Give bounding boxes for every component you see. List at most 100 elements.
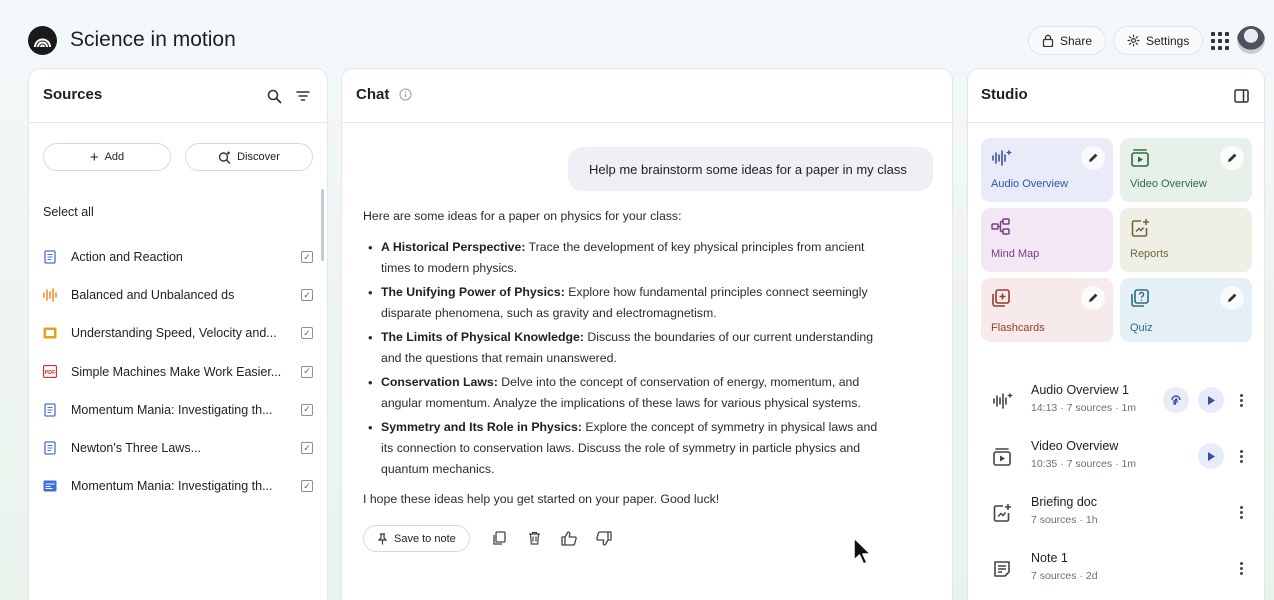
audio-icon bbox=[43, 288, 57, 302]
studio-tile-reports[interactable]: Reports bbox=[1120, 208, 1252, 272]
top-bar: Science in motion Share Settings bbox=[0, 0, 1274, 68]
studio-artifact[interactable]: Note 1 7 sources · 2d bbox=[968, 545, 1264, 597]
info-icon[interactable] bbox=[399, 88, 412, 101]
settings-button[interactable]: Settings bbox=[1113, 26, 1204, 55]
notebook-title[interactable]: Science in motion bbox=[70, 28, 236, 52]
edit-pencil-icon[interactable] bbox=[1220, 146, 1244, 170]
artifact-meta: 7 sources · 2d bbox=[1031, 570, 1098, 582]
discover-button[interactable]: Discover bbox=[185, 143, 313, 171]
collapse-panel-icon[interactable] bbox=[1234, 89, 1249, 103]
svg-text:PDF: PDF bbox=[45, 370, 57, 376]
response-outro: I hope these ideas help you get started … bbox=[363, 492, 720, 506]
edit-pencil-icon[interactable] bbox=[1081, 146, 1105, 170]
studio-tile-label: Audio Overview bbox=[991, 178, 1069, 190]
source-item-label: Newton's Three Laws... bbox=[71, 441, 201, 455]
edit-pencil-icon[interactable] bbox=[1220, 286, 1244, 310]
response-bullet: The Unifying Power of Physics: Explore h… bbox=[363, 282, 883, 324]
artifact-title: Note 1 bbox=[1031, 551, 1068, 565]
save-to-note-label: Save to note bbox=[394, 532, 456, 545]
document-icon bbox=[43, 403, 57, 417]
pin-icon bbox=[377, 532, 388, 544]
quiz-icon bbox=[1130, 288, 1150, 308]
artifact-meta: 10:35 · 7 sources · 1m bbox=[1031, 458, 1137, 470]
more-options-icon[interactable] bbox=[1238, 557, 1244, 579]
search-icon[interactable] bbox=[267, 89, 282, 104]
studio-tile-label: Reports bbox=[1130, 248, 1169, 260]
studio-artifact[interactable]: Audio Overview 1 14:13 · 7 sources · 1m bbox=[968, 377, 1264, 429]
response-bullet: The Limits of Physical Knowledge: Discus… bbox=[363, 327, 883, 369]
source-checkbox[interactable]: ✓ bbox=[301, 327, 313, 340]
sources-divider bbox=[29, 122, 327, 123]
filter-icon[interactable] bbox=[296, 90, 310, 102]
response-bullet: A Historical Perspective: Trace the deve… bbox=[363, 237, 883, 279]
play-icon[interactable] bbox=[1198, 387, 1224, 413]
studio-artifact[interactable]: Video Overview 10:35 · 7 sources · 1m bbox=[968, 433, 1264, 485]
studio-tile-flashcards[interactable]: Flashcards bbox=[981, 278, 1113, 342]
bullet-heading: The Limits of Physical Knowledge: bbox=[381, 330, 584, 344]
source-item[interactable]: Momentum Mania: Investigating th... ✓ bbox=[43, 475, 313, 497]
notebook-logo-icon[interactable] bbox=[28, 26, 57, 55]
audio-overview-icon bbox=[992, 391, 1014, 413]
share-button[interactable]: Share bbox=[1028, 26, 1107, 55]
document-icon bbox=[43, 250, 57, 264]
source-checkbox[interactable]: ✓ bbox=[301, 480, 313, 493]
save-to-note-button[interactable]: Save to note bbox=[363, 525, 470, 552]
source-checkbox[interactable]: ✓ bbox=[301, 403, 313, 416]
delete-icon[interactable] bbox=[525, 529, 543, 547]
video-overview-icon bbox=[1130, 148, 1150, 168]
share-label: Share bbox=[1060, 33, 1093, 48]
source-checkbox[interactable]: ✓ bbox=[301, 365, 313, 378]
source-item[interactable]: Balanced and Unbalanced ds ✓ bbox=[43, 284, 313, 306]
studio-tile-audio-overview[interactable]: Audio Overview bbox=[981, 138, 1113, 202]
studio-title: Studio bbox=[981, 86, 1028, 103]
reports-icon bbox=[992, 503, 1014, 525]
add-source-button[interactable]: + Add bbox=[43, 143, 171, 171]
studio-tile-video-overview[interactable]: Video Overview bbox=[1120, 138, 1252, 202]
sources-scrollbar[interactable] bbox=[321, 189, 324, 261]
play-icon[interactable] bbox=[1198, 443, 1224, 469]
edit-pencil-icon[interactable] bbox=[1081, 286, 1105, 310]
studio-tile-quiz[interactable]: Quiz bbox=[1120, 278, 1252, 342]
sources-panel: Sources + Add Discover Select all Action… bbox=[28, 68, 328, 600]
avatar[interactable] bbox=[1237, 26, 1265, 54]
source-item[interactable]: Understanding Speed, Velocity and... ✓ bbox=[43, 322, 313, 344]
more-options-icon[interactable] bbox=[1238, 389, 1244, 411]
slides-icon bbox=[43, 326, 57, 340]
video-overview-icon bbox=[992, 447, 1014, 469]
more-options-icon[interactable] bbox=[1238, 501, 1244, 523]
source-item[interactable]: Momentum Mania: Investigating th... ✓ bbox=[43, 399, 313, 421]
thumbs-up-icon[interactable] bbox=[560, 529, 578, 547]
studio-tile-label: Quiz bbox=[1130, 322, 1153, 334]
mouse-cursor-icon bbox=[853, 537, 872, 565]
source-item-label: Simple Machines Make Work Easier... bbox=[71, 364, 282, 379]
bullet-heading: A Historical Perspective: bbox=[381, 240, 526, 254]
source-item[interactable]: Newton's Three Laws... ✓ bbox=[43, 437, 313, 459]
artifact-title: Video Overview bbox=[1031, 439, 1119, 453]
chat-divider bbox=[342, 122, 952, 123]
source-item[interactable]: PDF Simple Machines Make Work Easier... ✓ bbox=[43, 361, 313, 383]
sources-title: Sources bbox=[43, 86, 103, 103]
studio-panel: Studio Audio Overview Video Overview Mind … bbox=[967, 68, 1265, 600]
source-item-label: Understanding Speed, Velocity and... bbox=[71, 326, 277, 341]
web-icon bbox=[43, 479, 57, 493]
interactive-mode-icon[interactable] bbox=[1163, 387, 1189, 413]
note-icon bbox=[992, 559, 1014, 581]
source-checkbox[interactable]: ✓ bbox=[301, 289, 313, 302]
studio-tile-mind-map[interactable]: Mind Map bbox=[981, 208, 1113, 272]
artifact-meta: 7 sources · 1h bbox=[1031, 514, 1098, 526]
more-options-icon[interactable] bbox=[1238, 445, 1244, 467]
studio-tile-label: Video Overview bbox=[1130, 178, 1207, 190]
source-checkbox[interactable]: ✓ bbox=[301, 251, 313, 263]
chat-panel: Chat Help me brainstorm some ideas for a… bbox=[341, 68, 953, 600]
studio-artifact[interactable]: Briefing doc 7 sources · 1h bbox=[968, 489, 1264, 541]
gear-icon bbox=[1127, 34, 1140, 47]
source-checkbox[interactable]: ✓ bbox=[301, 442, 313, 454]
artifact-meta: 14:13 · 7 sources · 1m bbox=[1031, 402, 1137, 414]
response-bullet-list: A Historical Perspective: Trace the deve… bbox=[363, 237, 883, 483]
select-all-label[interactable]: Select all bbox=[43, 205, 94, 219]
apps-grid-icon[interactable] bbox=[1211, 32, 1229, 50]
copy-icon[interactable] bbox=[490, 529, 508, 547]
source-item[interactable]: Action and Reaction ✓ bbox=[43, 246, 313, 268]
thumbs-down-icon[interactable] bbox=[595, 529, 613, 547]
artifact-title: Audio Overview 1 bbox=[1031, 383, 1129, 397]
